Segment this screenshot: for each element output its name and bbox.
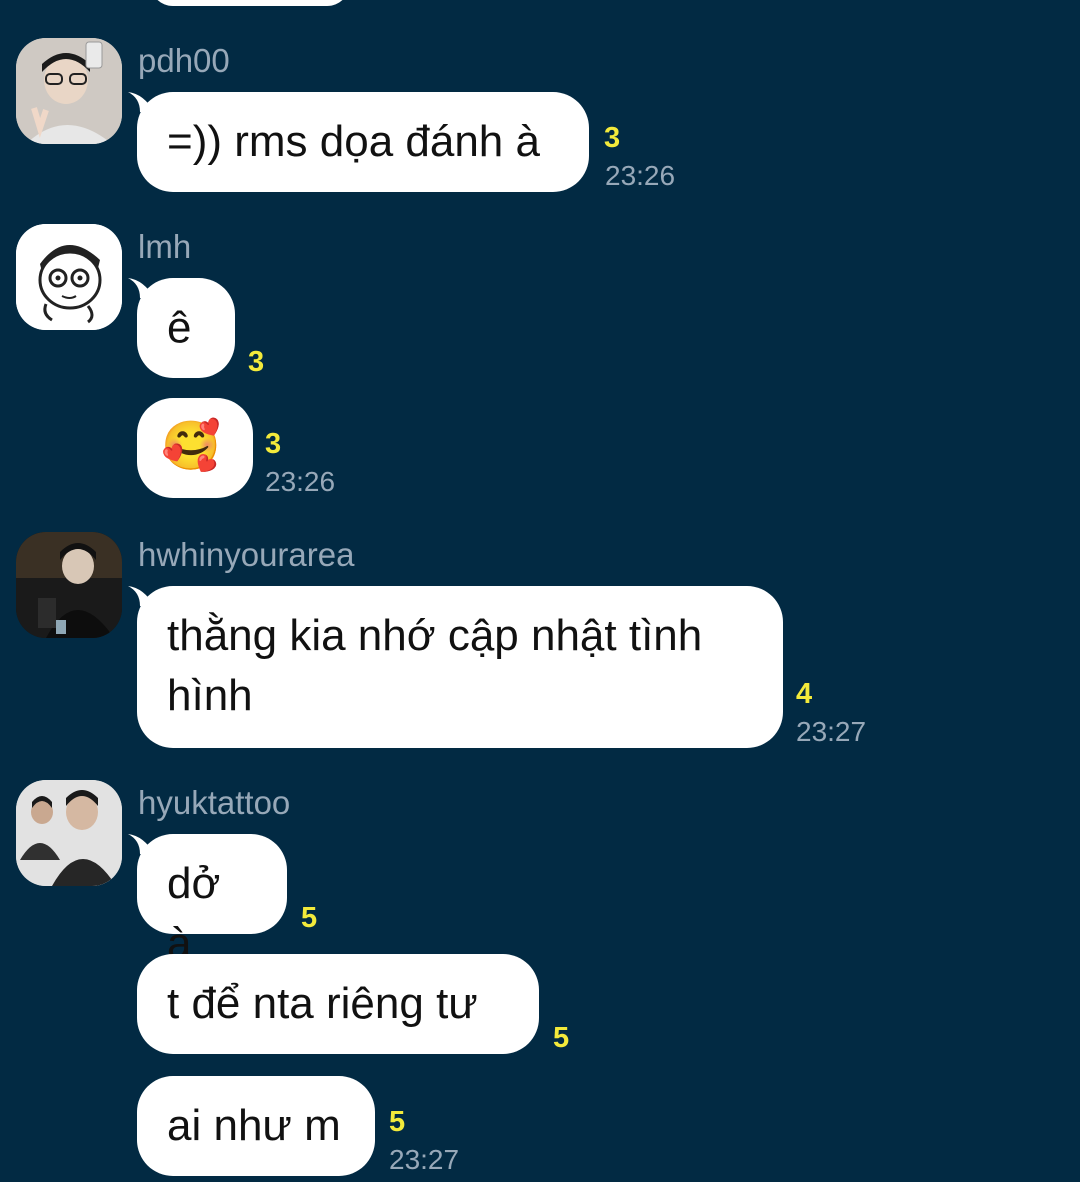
unread-count: 5: [301, 902, 318, 934]
unread-count: 3: [265, 428, 282, 460]
emoji-face-hearts-icon: 🥰: [161, 418, 221, 474]
message-text: ê: [167, 303, 192, 352]
message-bubble[interactable]: ai như m: [137, 1076, 375, 1176]
avatar-photo-icon: [16, 780, 122, 886]
unread-count: 5: [553, 1022, 570, 1054]
avatar-hyuktattoo[interactable]: [16, 780, 122, 886]
message-time: 23:26: [605, 160, 676, 191]
message-text: =)) rms dọa đánh à: [167, 117, 540, 166]
avatar-photo-icon: [16, 38, 122, 144]
message-bubble[interactable]: t để nta riêng tư: [137, 954, 539, 1054]
unread-count: 5: [389, 1106, 406, 1138]
username-hwhinyourarea: hwhinyourarea: [138, 536, 355, 573]
message-text: t để nta riêng tư: [167, 979, 478, 1028]
avatar-hwhinyourarea[interactable]: [16, 532, 122, 638]
message-text-line: hình: [167, 671, 253, 720]
username-hyuktattoo: hyuktattoo: [138, 784, 291, 821]
message-text-line: thằng kia nhớ cập nhật tình: [167, 611, 703, 660]
message-text: dở à: [167, 859, 221, 968]
message-bubble[interactable]: ê: [137, 278, 235, 378]
message-text: ai như m: [167, 1101, 341, 1150]
unread-count: 4: [796, 678, 813, 710]
message-bubble[interactable]: 🥰: [137, 398, 253, 498]
message-bubble[interactable]: =)) rms dọa đánh à: [137, 92, 589, 192]
avatar-pdh00[interactable]: [16, 38, 122, 144]
avatar-photo-icon: [16, 532, 122, 638]
message-time: 23:27: [796, 716, 867, 747]
message-time: 23:27: [389, 1144, 460, 1175]
message-time: 23:26: [265, 466, 336, 497]
message-bubble[interactable]: thằng kia nhớ cập nhật tình hình: [137, 586, 783, 748]
message-bubble[interactable]: dở à: [137, 834, 287, 968]
username-lmh: lmh: [138, 228, 192, 265]
previous-message-bubble[interactable]: [150, 0, 350, 6]
avatar-lmh[interactable]: [16, 224, 122, 330]
avatar-cartoon-icon: [16, 224, 122, 330]
username-pdh00: pdh00: [138, 42, 230, 79]
unread-count: 3: [604, 122, 621, 154]
unread-count: 3: [248, 346, 265, 378]
